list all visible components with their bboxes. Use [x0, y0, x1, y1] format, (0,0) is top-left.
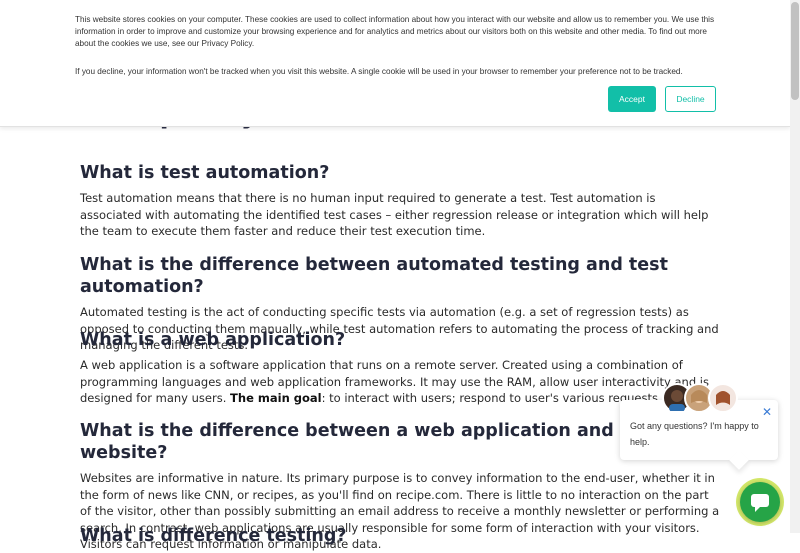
cookie-text-primary: This website stores cookies on your comp…	[75, 15, 715, 48]
bubble-tail	[729, 450, 749, 470]
chat-greeting-text: Got any questions? I'm happy to help.	[630, 421, 759, 447]
agent-avatars	[662, 383, 740, 415]
decline-button[interactable]: Decline	[665, 86, 716, 112]
avatar	[708, 383, 738, 413]
chat-launcher-button[interactable]	[736, 478, 784, 526]
section-difference-testing: What is difference testing?	[80, 525, 720, 547]
scrollbar-thumb[interactable]	[791, 2, 799, 100]
section-test-automation: What is test automation? Test automation…	[80, 162, 720, 240]
section-body: Test automation means that there is no h…	[80, 191, 709, 239]
cookie-banner: This website stores cookies on your comp…	[0, 0, 790, 127]
section-heading: What is the difference between automated…	[80, 255, 668, 297]
section-body-after: : to interact with users; respond to use…	[321, 391, 658, 406]
close-icon[interactable]: ✕	[762, 405, 772, 419]
section-heading: What is a web application?	[80, 330, 346, 350]
section-heading: What is difference testing?	[80, 526, 347, 546]
section-body-bold: The main goal	[230, 391, 322, 406]
accept-button[interactable]: Accept	[608, 86, 656, 112]
page-scrollbar[interactable]	[790, 0, 800, 533]
section-web-application: What is a web application? A web applica…	[80, 329, 720, 407]
chat-icon	[751, 494, 769, 512]
cookie-text-secondary: If you decline, your information won't b…	[75, 67, 683, 76]
section-heading: What is test automation?	[80, 163, 330, 183]
